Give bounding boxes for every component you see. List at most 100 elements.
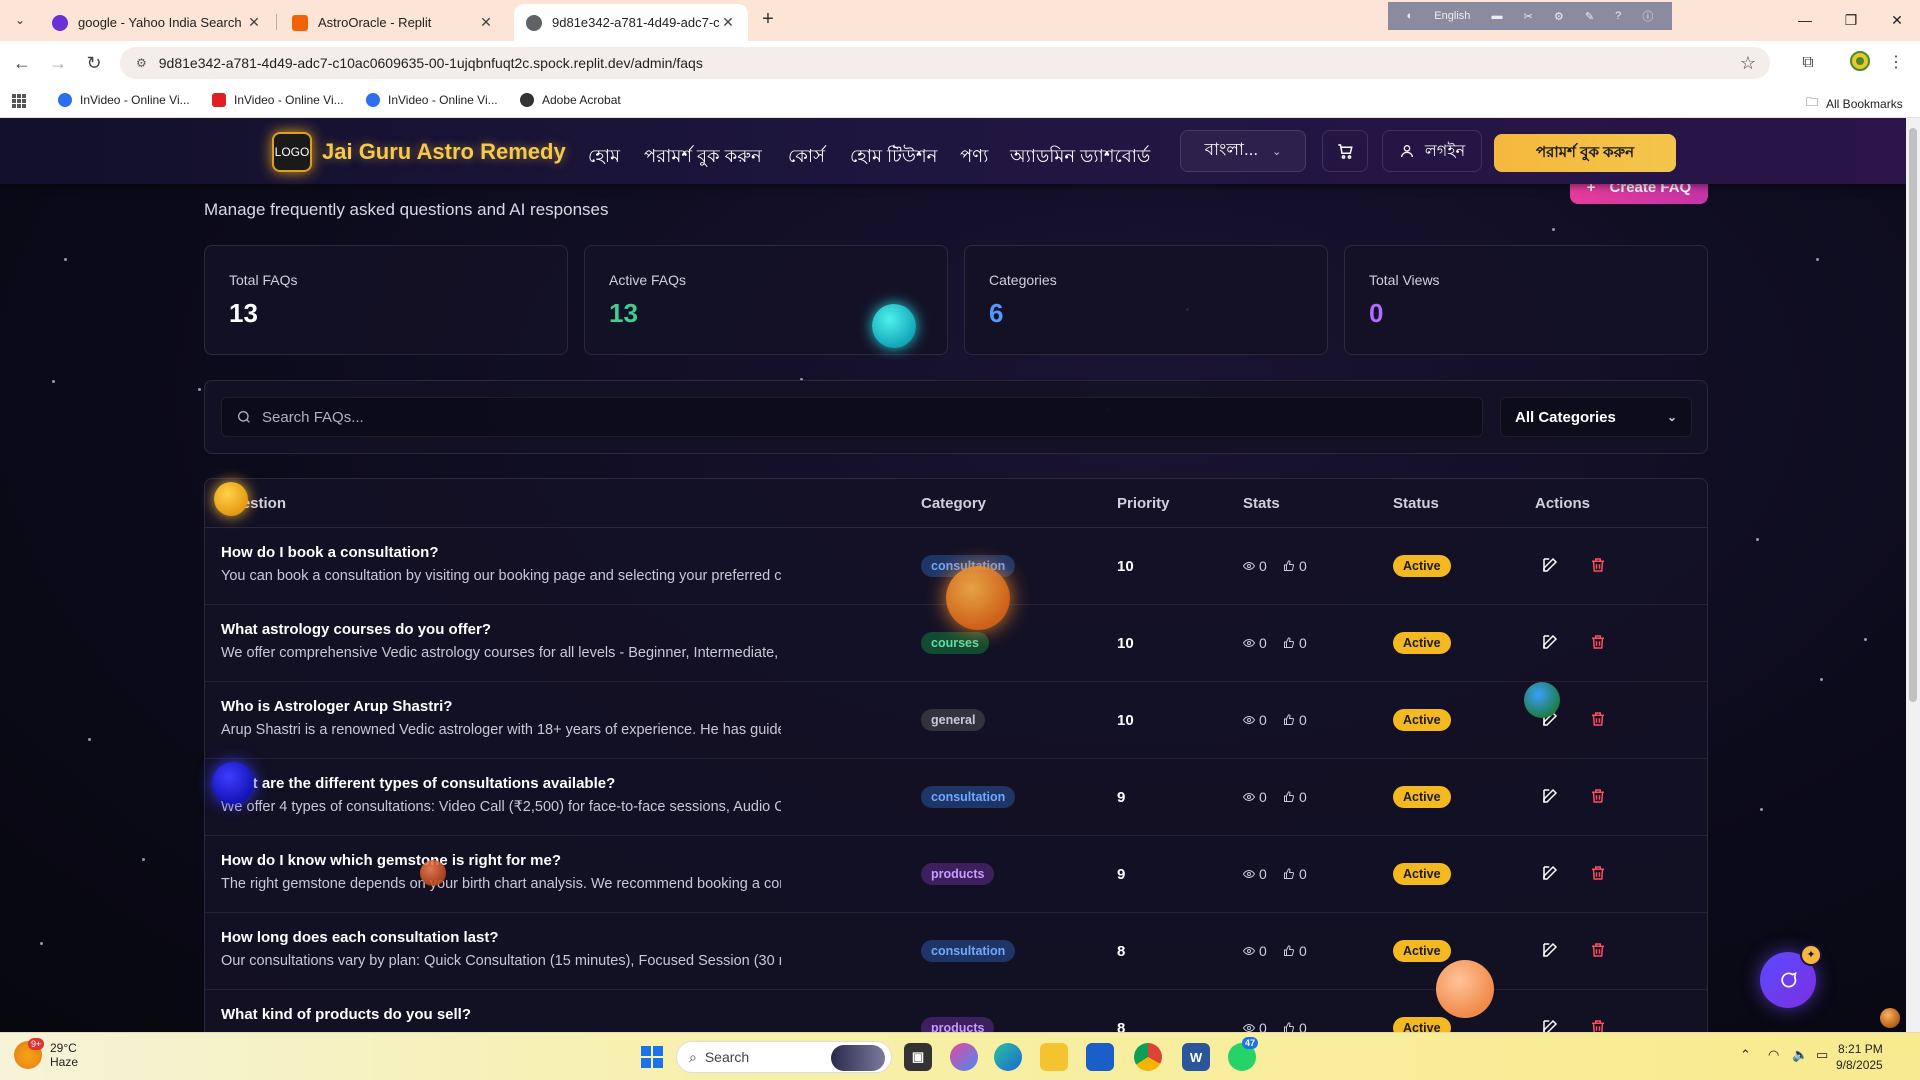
all-bookmarks-folder[interactable]: 🗀 All Bookmarks	[1806, 93, 1903, 114]
views-count: 0	[1259, 635, 1267, 651]
tab-admin-faqs[interactable]: 9d81e342-a781-4d49-adc7-c10 ✕	[514, 4, 748, 41]
minimize-window-icon[interactable]: —	[1790, 8, 1820, 32]
faq-table-row: What are the different types of consulta…	[205, 759, 1707, 836]
user-icon	[1400, 145, 1413, 158]
back-arrow-icon[interactable]: ←	[10, 51, 34, 75]
reload-icon[interactable]: ↻	[82, 51, 106, 75]
settings-gear-icon[interactable]: ⚙	[1554, 10, 1564, 23]
edit-faq-button[interactable]	[1541, 633, 1561, 653]
delete-faq-button[interactable]	[1589, 864, 1609, 884]
tab-title: AstroOracle - Replit	[318, 15, 432, 30]
search-highlight-image	[831, 1045, 885, 1071]
wifi-icon[interactable]: ◠	[1768, 1047, 1779, 1063]
login-button[interactable]: লগইন	[1382, 130, 1482, 172]
tab-yahoo-search[interactable]: google - Yahoo India Search Re ✕	[40, 4, 274, 41]
microsoft-store-icon[interactable]	[1086, 1043, 1114, 1071]
nav-products[interactable]: পণ্য	[960, 142, 988, 173]
weather-widget[interactable]: 9+ 29°C Haze	[14, 1038, 78, 1069]
delete-faq-button[interactable]	[1589, 633, 1609, 653]
bookmark-invideo-2[interactable]: InVideo - Online Vi...	[212, 93, 344, 107]
edit-faq-button[interactable]	[1541, 556, 1561, 576]
views-stat: 0	[1243, 635, 1267, 651]
page-scrollbar[interactable]	[1906, 118, 1920, 1032]
stat-label: Total FAQs	[229, 272, 298, 288]
nav-home-tuition[interactable]: হোম টিউশন	[850, 142, 937, 173]
delete-faq-button[interactable]	[1589, 556, 1609, 576]
site-info-icon[interactable]: ⚙	[136, 56, 147, 70]
edit-icon	[1543, 557, 1558, 572]
nav-courses[interactable]: কোর্স	[788, 142, 825, 173]
file-explorer-icon[interactable]	[1040, 1043, 1068, 1071]
scissors-icon[interactable]: ✂	[1524, 10, 1533, 23]
microphone-icon[interactable]: ◐	[1407, 10, 1414, 22]
clock-time: 8:21 PM	[1838, 1042, 1883, 1056]
help-icon[interactable]: ?	[1615, 10, 1621, 22]
tab-search-chevron-icon[interactable]: ⌄	[8, 8, 32, 32]
browser-menu-icon[interactable]: ⋮	[1884, 51, 1908, 75]
info-icon[interactable]: ⓘ	[1642, 8, 1653, 24]
task-view-icon[interactable]: ▣	[904, 1043, 932, 1071]
search-faqs-field[interactable]	[221, 397, 1483, 437]
show-hidden-icons-chevron-icon[interactable]: ⌃	[1740, 1047, 1751, 1063]
search-input[interactable]	[262, 408, 1362, 426]
delete-faq-button[interactable]	[1589, 710, 1609, 730]
close-window-icon[interactable]: ✕	[1882, 8, 1912, 32]
new-tab-button[interactable]: +	[756, 8, 780, 32]
system-clock[interactable]: 8:21 PM 9/8/2025	[1836, 1041, 1883, 1073]
whatsapp-icon[interactable]: 47	[1228, 1037, 1259, 1071]
windows-start-icon[interactable]	[638, 1043, 666, 1071]
edit-faq-button[interactable]	[1541, 787, 1561, 807]
taskbar-search-label: Search	[704, 1049, 750, 1065]
browser-tab-bar: ⌄ google - Yahoo India Search Re ✕ Astro…	[0, 0, 1920, 41]
bookmark-star-icon[interactable]: ☆	[1740, 53, 1756, 74]
faq-answer-preview: You can book a consultation by visiting …	[221, 568, 781, 584]
copilot-icon[interactable]	[950, 1043, 978, 1071]
bookmark-invideo-3[interactable]: InVideo - Online Vi...	[366, 93, 498, 107]
browser-toolbar: ← → ↻ ⚙ 9d81e342-a781-4d49-adc7-c10ac060…	[0, 41, 1920, 85]
extensions-icon[interactable]: ⧉	[1796, 51, 1820, 75]
delete-faq-button[interactable]	[1589, 1018, 1609, 1032]
category-filter-select[interactable]: All Categories ⌄	[1500, 397, 1692, 437]
pen-icon[interactable]: ✎	[1585, 10, 1594, 23]
close-tab-icon[interactable]: ✕	[720, 14, 736, 31]
edit-faq-button[interactable]	[1541, 941, 1561, 961]
book-consultation-button[interactable]: পরামর্শ বুক করুন	[1494, 134, 1676, 172]
forward-arrow-icon[interactable]: →	[46, 51, 70, 75]
edit-icon	[1543, 942, 1558, 957]
battery-icon[interactable]: ▭	[1816, 1047, 1828, 1063]
bookmark-invideo-1[interactable]: InVideo - Online Vi...	[58, 93, 190, 107]
edit-faq-button[interactable]	[1541, 864, 1561, 884]
scrollbar-thumb[interactable]	[1909, 128, 1917, 702]
edit-faq-button[interactable]	[1541, 1018, 1561, 1032]
close-tab-icon[interactable]: ✕	[478, 14, 494, 31]
cart-button[interactable]	[1322, 130, 1368, 172]
tab-title: google - Yahoo India Search Re	[78, 15, 246, 30]
keyboard-icon[interactable]: ▬	[1491, 10, 1502, 22]
delete-faq-button[interactable]	[1589, 787, 1609, 807]
brand-home-link[interactable]: LOGO Jai Guru Astro Remedy	[272, 132, 566, 172]
nav-book-consultation[interactable]: পরামর্শ বুক করুন	[644, 142, 762, 173]
language-select[interactable]: বাংলা... ⌄	[1180, 130, 1306, 172]
close-tab-icon[interactable]: ✕	[246, 14, 262, 31]
restore-window-icon[interactable]: ❐	[1836, 8, 1866, 32]
language-indicator[interactable]: English	[1434, 10, 1470, 22]
stat-value: 6	[989, 298, 1004, 328]
priority-value: 9	[1117, 789, 1126, 806]
profile-avatar-icon[interactable]	[1848, 51, 1872, 75]
faq-filter-panel: All Categories ⌄	[204, 380, 1708, 454]
tab-astrooracle-replit[interactable]: AstroOracle - Replit ✕	[280, 4, 506, 41]
word-icon[interactable]: W	[1182, 1043, 1210, 1071]
apps-grid-icon[interactable]	[12, 94, 26, 108]
whatsapp-badge: 47	[1242, 1037, 1259, 1049]
brand-name: Jai Guru Astro Remedy	[322, 139, 566, 164]
delete-faq-button[interactable]	[1589, 941, 1609, 961]
chrome-icon[interactable]	[1134, 1043, 1162, 1071]
taskbar-search[interactable]: ⌕ Search	[676, 1041, 892, 1073]
edge-browser-icon[interactable]	[994, 1043, 1022, 1071]
nav-admin-dashboard[interactable]: অ্যাডমিন ড্যাশবোর্ড	[1010, 142, 1150, 173]
volume-icon[interactable]: 🔈	[1792, 1047, 1808, 1063]
bookmark-adobe-acrobat[interactable]: Adobe Acrobat	[520, 93, 621, 107]
language-toolbar: ◐ English ▬ ✂ ⚙ ✎ ? ⓘ	[1388, 2, 1672, 30]
address-bar[interactable]: ⚙ 9d81e342-a781-4d49-adc7-c10ac0609635-0…	[120, 47, 1770, 79]
nav-home[interactable]: হোম	[588, 142, 620, 173]
